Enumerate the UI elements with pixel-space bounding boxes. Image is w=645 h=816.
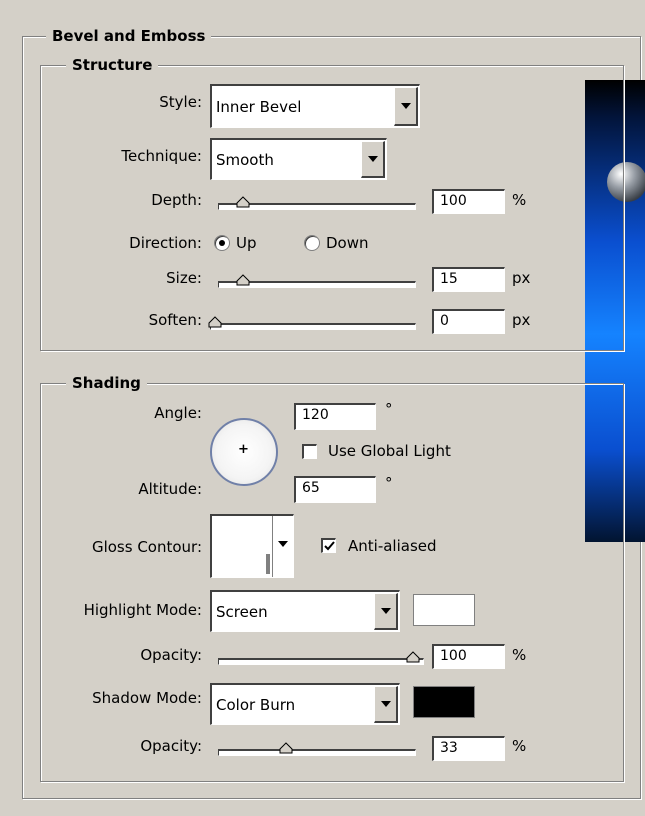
technique-dropdown-arrow-icon[interactable]	[361, 141, 385, 178]
shadow-color-swatch[interactable]	[413, 686, 475, 718]
gloss-contour-dropdown-arrow-icon[interactable]	[272, 516, 293, 577]
soften-unit: px	[512, 311, 531, 329]
technique-label: Technique:	[121, 147, 202, 165]
depth-unit: %	[512, 191, 527, 209]
shadow-mode-label: Shadow Mode:	[92, 689, 202, 707]
checkmark-icon	[324, 541, 335, 551]
style-value: Inner Bevel	[216, 97, 302, 116]
depth-input[interactable]: 100	[432, 189, 505, 214]
structure-title: Structure	[66, 56, 159, 74]
depth-label: Depth:	[151, 191, 202, 209]
crosshair-icon: +	[238, 442, 249, 457]
technique-select[interactable]: Smooth	[210, 138, 387, 180]
direction-up-radio[interactable]	[214, 235, 230, 251]
highlight-opacity-slider-track[interactable]	[218, 658, 424, 665]
shadow-opacity-slider-thumb[interactable]	[279, 742, 293, 754]
gloss-contour-curve-icon	[266, 554, 270, 574]
direction-label: Direction:	[129, 234, 202, 252]
shadow-mode-value: Color Burn	[216, 695, 296, 714]
direction-up-label[interactable]: Up	[236, 233, 257, 253]
altitude-label: Altitude:	[138, 480, 202, 498]
technique-value: Smooth	[216, 150, 274, 169]
gloss-contour-picker[interactable]	[210, 514, 294, 578]
angle-unit: °	[385, 400, 393, 418]
angle-dial[interactable]: +	[210, 418, 278, 486]
size-slider-thumb[interactable]	[236, 274, 250, 286]
highlight-mode-dropdown-arrow-icon[interactable]	[374, 593, 398, 630]
highlight-mode-label: Highlight Mode:	[83, 601, 202, 619]
highlight-color-swatch[interactable]	[413, 594, 475, 626]
depth-slider-thumb[interactable]	[236, 196, 250, 208]
shadow-mode-select[interactable]: Color Burn	[210, 683, 400, 725]
shadow-opacity-unit: %	[512, 737, 527, 755]
highlight-opacity-unit: %	[512, 646, 527, 664]
highlight-opacity-slider-thumb[interactable]	[406, 651, 420, 663]
direction-down-radio[interactable]	[304, 235, 320, 251]
anti-aliased-checkbox[interactable]	[321, 538, 336, 553]
use-global-light-label[interactable]: Use Global Light	[328, 441, 451, 461]
soften-slider-thumb[interactable]	[208, 316, 222, 328]
altitude-input[interactable]: 65	[294, 476, 376, 503]
highlight-opacity-input[interactable]: 100	[432, 644, 505, 669]
soften-label: Soften:	[148, 311, 202, 329]
style-label: Style:	[159, 93, 202, 111]
size-label: Size:	[166, 269, 202, 287]
highlight-mode-value: Screen	[216, 602, 268, 621]
shading-title: Shading	[66, 374, 147, 392]
angle-input[interactable]: 120	[294, 403, 376, 430]
shadow-mode-dropdown-arrow-icon[interactable]	[374, 686, 398, 723]
size-unit: px	[512, 269, 531, 287]
bevel-emboss-title: Bevel and Emboss	[46, 27, 212, 45]
style-dropdown-arrow-icon[interactable]	[394, 87, 418, 126]
shadow-opacity-input[interactable]: 33	[432, 736, 505, 761]
size-input[interactable]: 15	[432, 267, 505, 292]
shadow-opacity-label: Opacity:	[140, 737, 202, 755]
use-global-light-checkbox[interactable]	[302, 444, 317, 459]
style-select[interactable]: Inner Bevel	[210, 84, 420, 128]
angle-label: Angle:	[154, 404, 202, 422]
highlight-opacity-label: Opacity:	[140, 646, 202, 664]
soften-input[interactable]: 0	[432, 309, 505, 334]
direction-down-label[interactable]: Down	[326, 233, 369, 253]
soften-slider-track[interactable]	[210, 323, 416, 330]
altitude-unit: °	[385, 474, 393, 492]
anti-aliased-label[interactable]: Anti-aliased	[348, 536, 437, 556]
shadow-opacity-slider-track[interactable]	[218, 749, 416, 756]
highlight-mode-select[interactable]: Screen	[210, 590, 400, 632]
gloss-contour-label: Gloss Contour:	[91, 538, 202, 556]
